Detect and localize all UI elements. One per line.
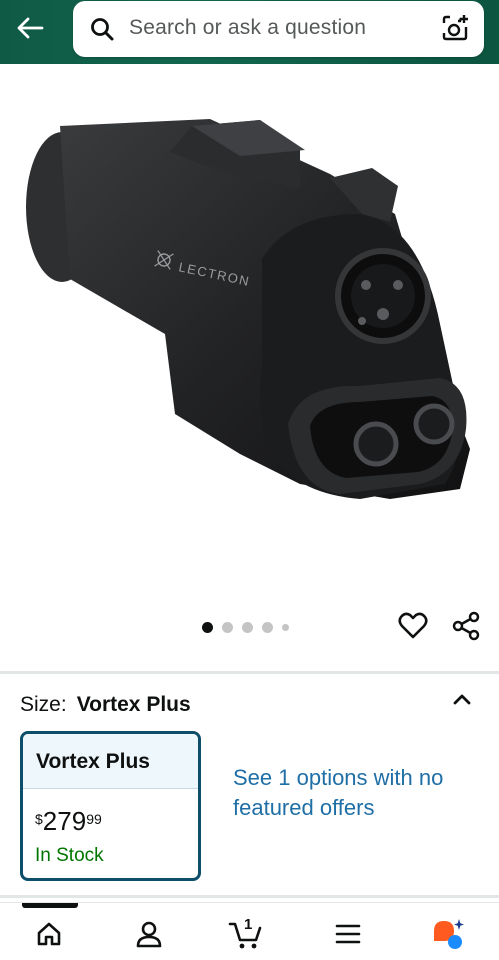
- size-option-card[interactable]: Vortex Plus $ 279 99 In Stock: [20, 731, 201, 881]
- size-option-title: Vortex Plus: [23, 734, 198, 789]
- back-arrow-icon: [17, 17, 44, 39]
- active-tab-indicator: [22, 903, 78, 908]
- carousel-dot-5[interactable]: [282, 623, 289, 631]
- carousel-dot-4[interactable]: [262, 621, 273, 633]
- top-header: Search or ask a question: [0, 0, 499, 64]
- back-button[interactable]: [10, 10, 50, 46]
- search-bar[interactable]: Search or ask a question: [73, 1, 484, 57]
- stock-status: In Stock: [35, 845, 104, 866]
- size-label: Size:: [20, 693, 67, 716]
- product-photo: LECTRON: [26, 119, 470, 499]
- cart-count-badge: 1: [244, 916, 253, 933]
- account-icon: [136, 921, 162, 948]
- search-icon: [91, 18, 114, 41]
- chevron-up-icon[interactable]: [450, 688, 474, 712]
- see-options-link[interactable]: See 1 options with no featured offers: [233, 763, 463, 823]
- search-placeholder: Search or ask a question: [129, 16, 367, 39]
- size-heading: Size: Vortex Plus: [20, 693, 191, 717]
- section-divider: [0, 895, 499, 898]
- heart-icon[interactable]: [397, 610, 429, 642]
- nav-home[interactable]: [31, 917, 67, 951]
- size-selected-value: Vortex Plus: [76, 693, 191, 716]
- carousel-dot-3[interactable]: [242, 621, 253, 633]
- assistant-icon: [434, 919, 464, 949]
- carousel-indicator[interactable]: [202, 621, 289, 633]
- menu-icon: [335, 924, 361, 944]
- product-image[interactable]: LECTRON: [0, 64, 499, 609]
- price-fraction: 99: [86, 811, 102, 827]
- nav-assistant[interactable]: [430, 917, 466, 951]
- carousel-dot-2[interactable]: [222, 621, 233, 633]
- home-icon: [37, 922, 61, 946]
- section-divider: [0, 671, 499, 674]
- price-whole: 279: [42, 806, 87, 836]
- camera-icon[interactable]: [440, 13, 470, 43]
- price-symbol: $: [35, 811, 43, 827]
- carousel-dot-1[interactable]: [202, 621, 213, 633]
- nav-menu[interactable]: [330, 917, 366, 951]
- nav-account[interactable]: [131, 917, 167, 951]
- size-option-price: $ 279 99: [35, 807, 102, 835]
- share-icon[interactable]: [450, 610, 482, 642]
